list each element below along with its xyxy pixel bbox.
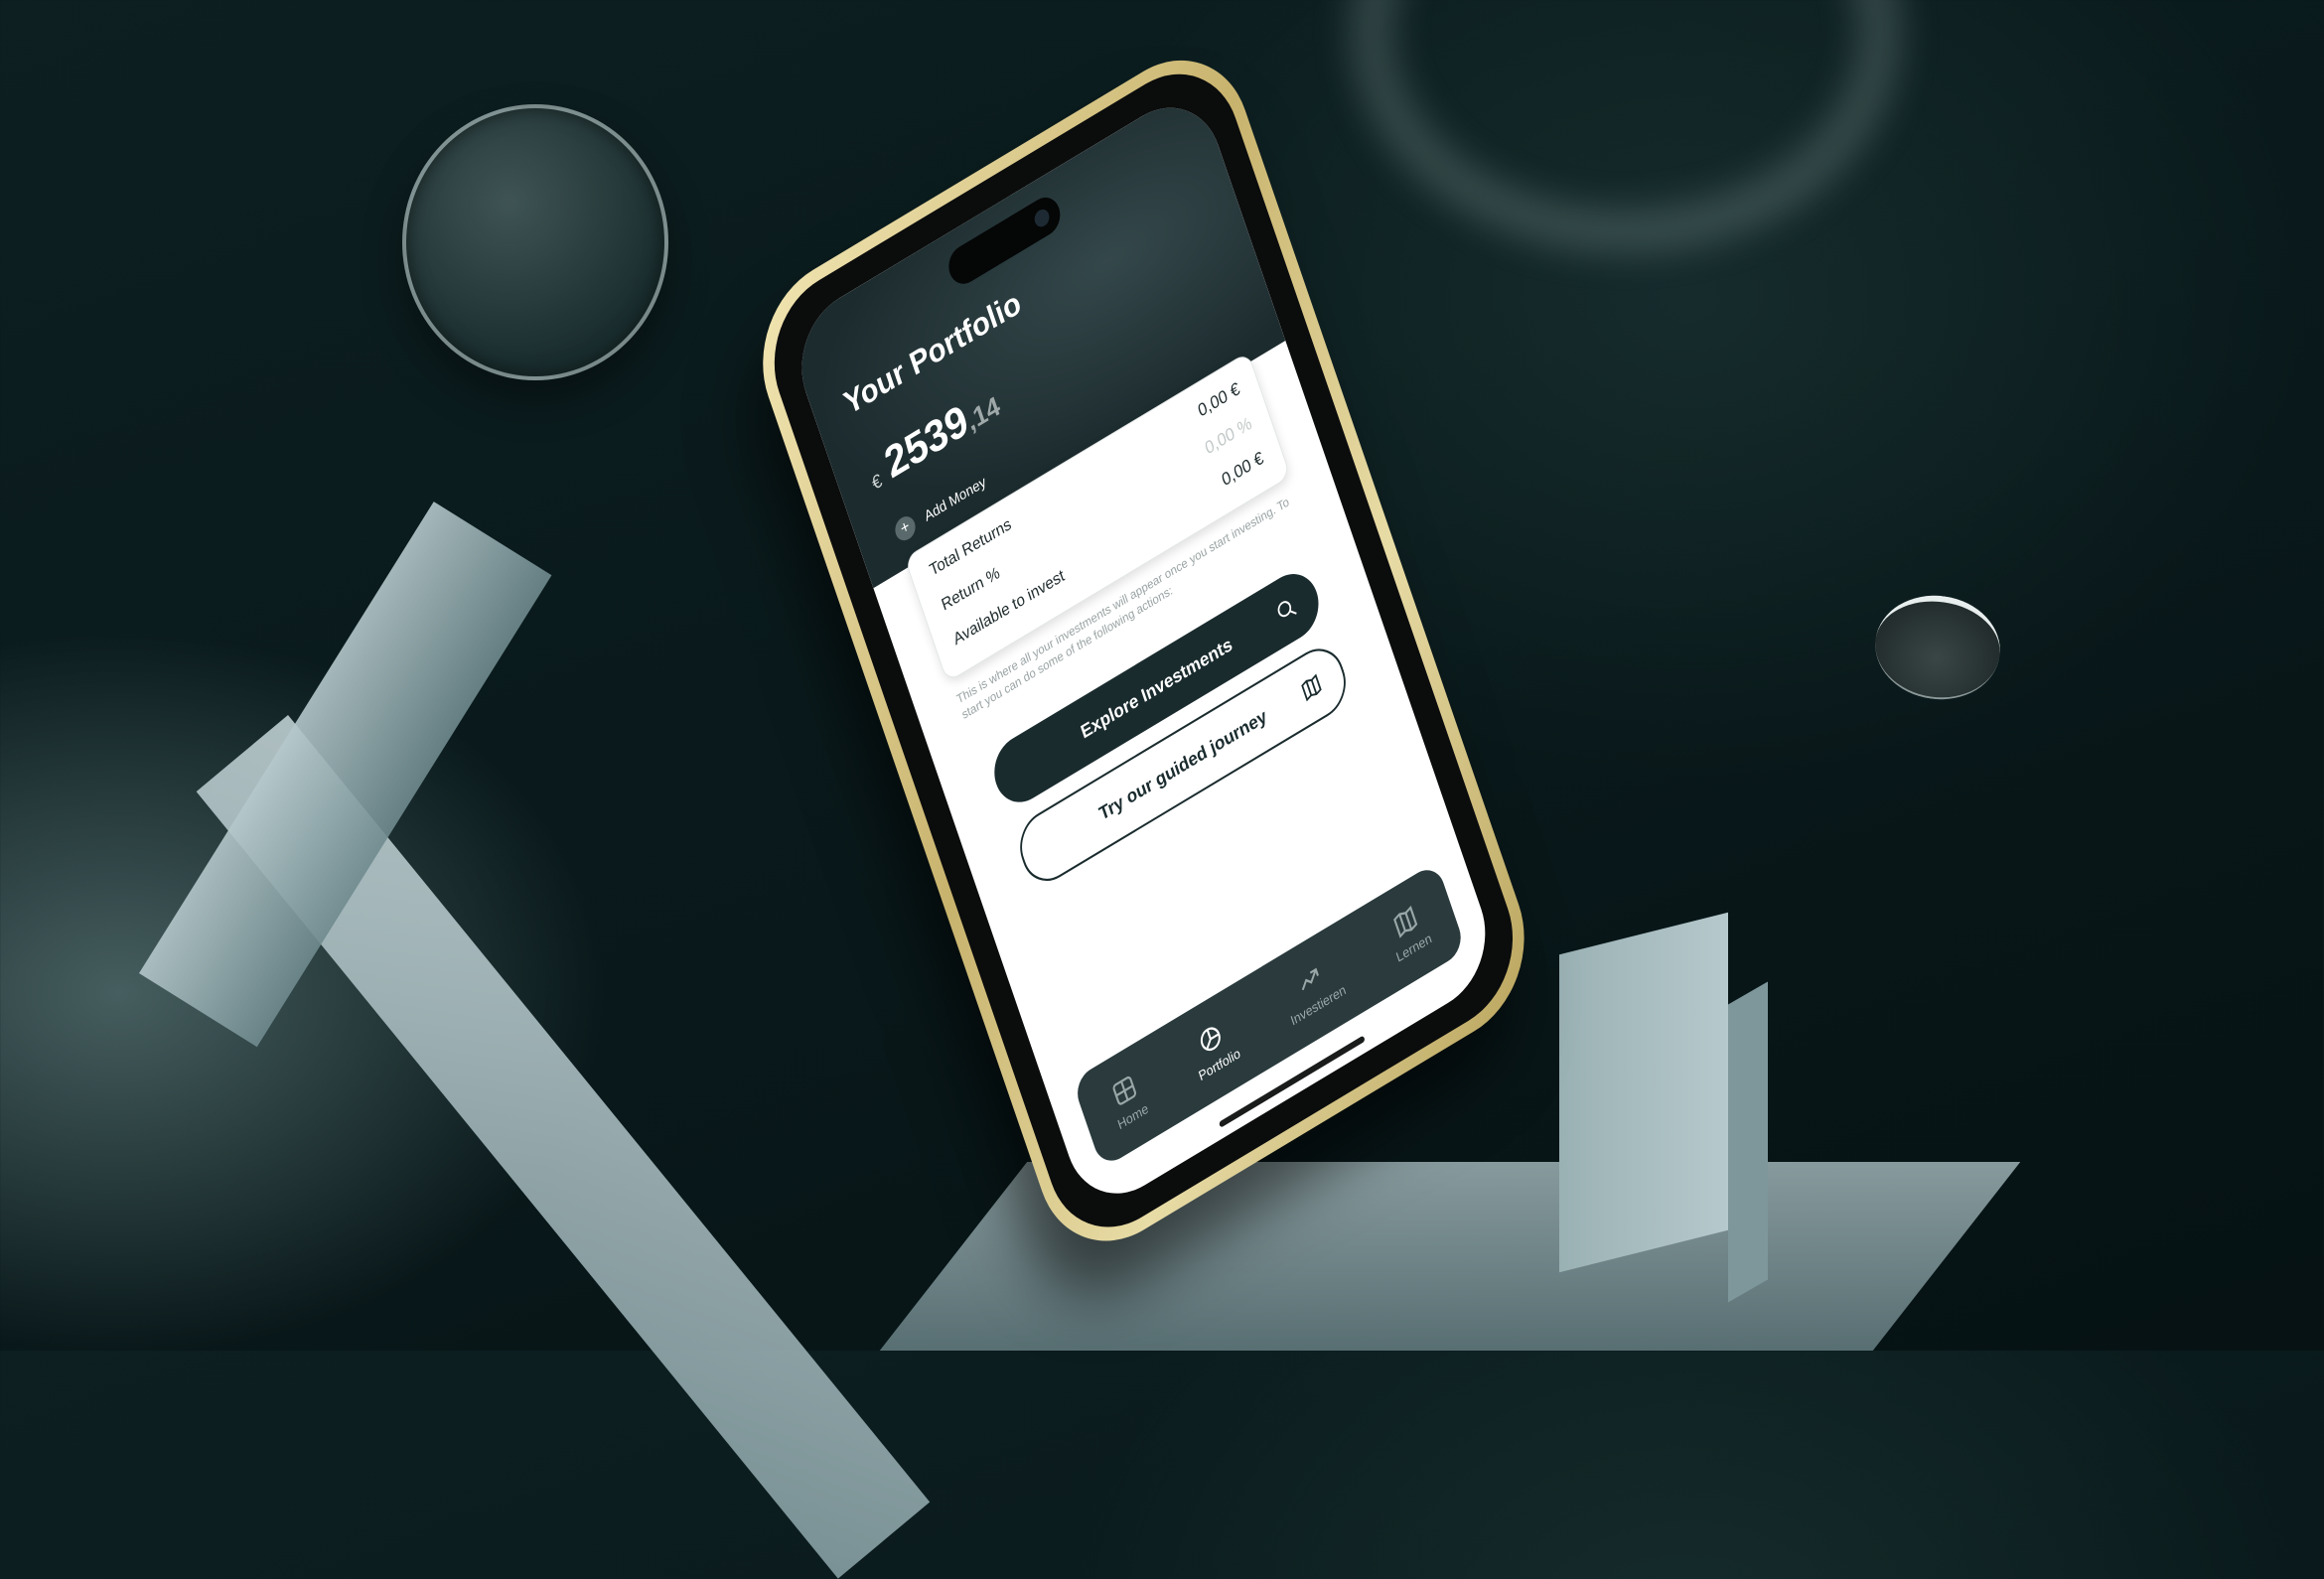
search-icon xyxy=(1277,601,1297,618)
home-grid-icon xyxy=(1112,1076,1136,1105)
phone-frame: Your Portfolio €2539,14 + Add Money Tota… xyxy=(740,27,1547,1274)
glass-pillar-decoration xyxy=(1559,912,1728,1273)
glass-lens-decoration xyxy=(402,104,668,380)
phone-bezel: Your Portfolio €2539,14 + Add Money Tota… xyxy=(754,45,1533,1256)
nav-item-investieren[interactable]: Investieren xyxy=(1278,950,1348,1028)
balance-integer: 2539 xyxy=(878,394,974,488)
glass-block-decoration xyxy=(139,502,552,1048)
glass-disc-decoration xyxy=(1868,587,2007,708)
summary-value: 0,00 € xyxy=(1219,447,1266,491)
book-open-icon xyxy=(1301,673,1322,702)
app-screen: Your Portfolio €2539,14 + Add Money Tota… xyxy=(785,82,1503,1219)
plus-icon: + xyxy=(892,511,919,545)
currency-symbol: € xyxy=(869,470,885,495)
glass-block-decoration xyxy=(196,715,931,1579)
phone-mockup: Your Portfolio €2539,14 + Add Money Tota… xyxy=(740,17,1564,1274)
book-open-icon xyxy=(1392,905,1417,938)
summary-value: 0,00 % xyxy=(1202,412,1254,459)
nav-item-portfolio[interactable]: Portfolio xyxy=(1186,1014,1242,1083)
dynamic-island xyxy=(944,190,1066,291)
portfolio-pie-icon xyxy=(1200,1026,1221,1051)
balance-decimal: ,14 xyxy=(962,389,1004,437)
summary-value: 0,00 € xyxy=(1195,378,1242,421)
trend-up-icon xyxy=(1301,967,1319,990)
nav-item-lernen[interactable]: Lernen xyxy=(1383,899,1433,964)
nav-item-home[interactable]: Home xyxy=(1105,1070,1150,1132)
glass-pillar-side-decoration xyxy=(1728,981,1768,1303)
camera-icon xyxy=(1032,206,1052,230)
bottom-navigation: Home Portfolio Investieren Lernen xyxy=(1072,861,1467,1170)
blurred-ring-decoration xyxy=(1351,0,1901,252)
